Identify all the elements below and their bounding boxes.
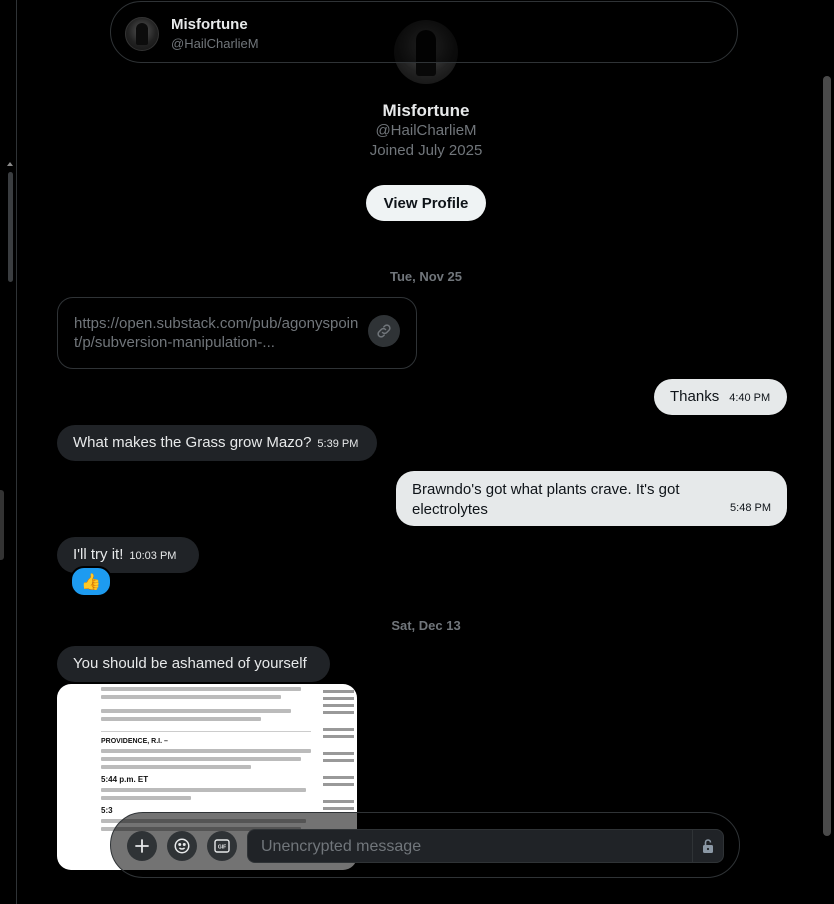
profile-name: Misfortune [382, 101, 470, 120]
header-handle: @HailCharlieM [171, 36, 259, 51]
left-scrollbar-thumb[interactable] [8, 172, 13, 282]
unlock-icon [703, 839, 713, 853]
message-text: What makes the Grass grow Mazo? [73, 434, 312, 451]
message-bubble-outgoing[interactable]: Brawndo's got what plants crave. It's go… [396, 471, 787, 526]
svg-text:GIF: GIF [218, 845, 226, 851]
attachment-heading: PROVIDENCE, R.I. – [101, 738, 168, 745]
message-text: You should be ashamed of yourself [73, 655, 307, 672]
thumbs-up-icon: 👍 [81, 573, 101, 591]
link-preview-card[interactable]: https://open.substack.com/pub/agonyspoin… [57, 297, 417, 369]
attachment-heading: 5:44 p.m. ET [101, 775, 149, 784]
message-text: I'll try it! [73, 546, 124, 563]
message-composer: GIF Unencrypted message [110, 812, 740, 878]
view-profile-button[interactable]: View Profile [366, 185, 486, 221]
add-attachment-button[interactable] [127, 831, 157, 861]
header-name: Misfortune [171, 16, 248, 33]
link-icon [368, 315, 400, 347]
message-bubble-incoming[interactable]: You should be ashamed of yourself [57, 646, 330, 682]
message-time: 5:48 PM [730, 502, 771, 514]
message-bubble-incoming[interactable]: What makes the Grass grow Mazo? 5:39 PM [57, 425, 377, 461]
message-bubble-outgoing[interactable]: Thanks 4:40 PM [654, 379, 787, 415]
sticker-icon [174, 838, 190, 854]
conversation-header: Misfortune @HailCharlieM [110, 1, 738, 63]
left-panel-handle[interactable] [0, 490, 4, 560]
message-text: Thanks [670, 388, 720, 405]
gif-button[interactable]: GIF [207, 831, 237, 861]
message-time: 5:39 PM [317, 438, 359, 450]
link-url: https://open.substack.com/pub/agonyspoin… [74, 315, 359, 351]
message-text: Brawndo's got what plants crave. It's go… [412, 481, 680, 518]
plus-icon [135, 839, 149, 853]
right-scrollbar-thumb[interactable] [823, 76, 831, 836]
thumbs-up-reaction[interactable]: 👍 [70, 566, 112, 597]
header-avatar[interactable] [125, 17, 159, 51]
encryption-toggle-button[interactable] [692, 829, 724, 863]
date-separator: Sat, Dec 13 [391, 618, 461, 633]
message-input[interactable]: Unencrypted message [247, 829, 693, 863]
profile-handle: @HailCharlieM [375, 122, 477, 139]
message-time: 10:03 PM [129, 550, 177, 562]
date-separator: Tue, Nov 25 [389, 269, 462, 284]
left-scroll-up-arrow[interactable] [7, 162, 13, 166]
message-time: 4:40 PM [729, 392, 771, 404]
sticker-button[interactable] [167, 831, 197, 861]
gif-icon: GIF [214, 839, 230, 853]
profile-joined-date: Joined July 2025 [369, 142, 483, 159]
